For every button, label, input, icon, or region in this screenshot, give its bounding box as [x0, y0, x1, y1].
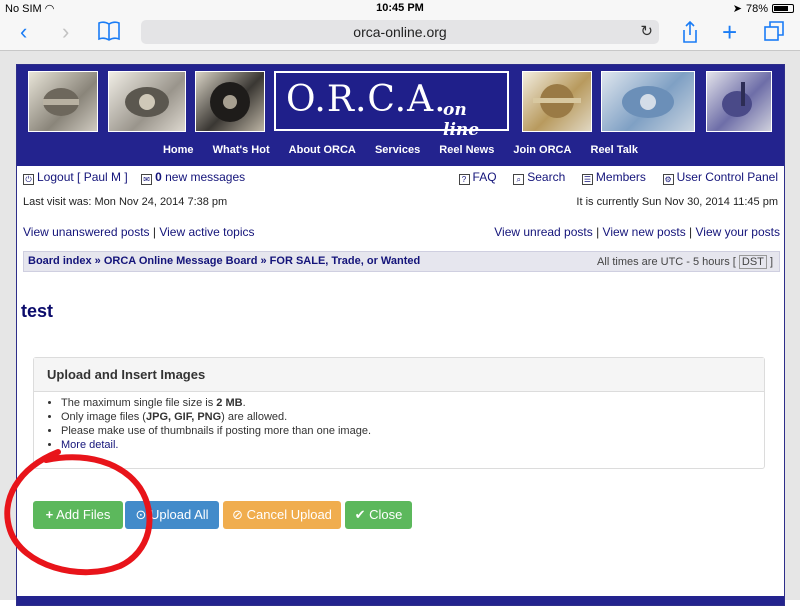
nav-join-orca[interactable]: Join ORCA: [513, 144, 571, 156]
members-link[interactable]: ☰ Members: [581, 170, 646, 185]
breadcrumb-trail: Board index » ORCA Online Message Board …: [28, 255, 421, 267]
nav-services[interactable]: Services: [375, 144, 420, 156]
cancel-icon: ⊘: [232, 507, 243, 522]
nav-whats-hot[interactable]: What's Hot: [213, 144, 270, 156]
nav-reel-talk[interactable]: Reel Talk: [591, 144, 639, 156]
nav-reel-news[interactable]: Reel News: [439, 144, 494, 156]
topic-title: test: [21, 301, 54, 321]
location-icon: ➤: [732, 3, 742, 15]
share-icon[interactable]: [680, 20, 700, 49]
orca-logo[interactable]: O.R.C.A. on line: [274, 71, 509, 140]
logout-icon: ⏻: [23, 174, 34, 185]
upload-icon: ⊙: [135, 507, 147, 522]
breadcrumb: Board index » ORCA Online Message Board …: [23, 251, 780, 272]
browser-toolbar: ‹ › orca-online.org ↻ +: [0, 16, 800, 51]
new-tab-icon[interactable]: +: [722, 19, 737, 45]
your-posts-link[interactable]: View your posts: [696, 225, 781, 239]
ios-status-bar: No SIM ◠ 10:45 PM ➤ 78%: [0, 0, 800, 16]
unanswered-posts-link[interactable]: View unanswered posts: [23, 225, 150, 239]
check-icon: ✔: [354, 507, 366, 522]
user-bar-right: ? FAQ ⌕ Search ☰ Members ⚙ User Control Pane…: [458, 170, 778, 185]
dst-badge: DST: [738, 255, 767, 269]
upload-all-button[interactable]: ⊙ Upload All: [125, 501, 219, 529]
breadcrumb-message-board[interactable]: ORCA Online Message Board: [104, 255, 258, 267]
battery-status: ➤ 78%: [733, 2, 794, 15]
upload-panel: Upload and Insert Images The maximum sin…: [33, 357, 765, 469]
forward-icon[interactable]: ›: [62, 20, 69, 44]
messages-link[interactable]: ✉ 0 new messages: [141, 170, 245, 185]
more-detail-link[interactable]: More detail.: [61, 439, 118, 451]
user-control-panel-link[interactable]: ⚙ User Control Panel: [662, 170, 778, 185]
main-nav: Home What's Hot About ORCA Services Reel…: [17, 144, 784, 164]
clock: 10:45 PM: [376, 2, 424, 14]
bookmarks-icon[interactable]: [97, 20, 121, 48]
faq-icon: ?: [458, 174, 470, 185]
search-icon: ⌕: [513, 174, 525, 185]
breadcrumb-board-index[interactable]: Board index: [28, 255, 92, 267]
upload-rules-list: The maximum single file size is 2 MB. On…: [34, 397, 764, 452]
reel-photo-6: [706, 71, 772, 132]
plus-icon: +: [45, 507, 54, 522]
quick-links-right: View unread posts | View new posts | Vie…: [494, 225, 780, 239]
footer-strip: [17, 596, 784, 605]
reel-photo-3: [195, 71, 265, 132]
battery-icon: [772, 4, 794, 13]
nav-home[interactable]: Home: [163, 144, 194, 156]
user-bar-left: ⏻ Logout [ Paul M ] ✉ 0 new messages: [23, 170, 245, 185]
address-bar[interactable]: orca-online.org ↻: [141, 20, 659, 44]
logout-link[interactable]: ⏻ Logout [ Paul M ]: [23, 170, 128, 185]
add-files-button[interactable]: + Add Files: [33, 501, 123, 529]
nav-about-orca[interactable]: About ORCA: [289, 144, 356, 156]
cancel-upload-button[interactable]: ⊘ Cancel Upload: [223, 501, 341, 529]
last-visit-text: Last visit was: Mon Nov 24, 2014 7:38 pm: [23, 196, 228, 208]
tabs-icon[interactable]: [763, 20, 785, 47]
close-button[interactable]: ✔ Close: [345, 501, 412, 529]
page-background: O.R.C.A. on line Home What's Hot About O…: [0, 51, 800, 606]
url-text: orca-online.org: [353, 24, 447, 40]
breadcrumb-for-sale[interactable]: FOR SALE, Trade, or Wanted: [270, 255, 421, 267]
list-item: Please make use of thumbnails if posting…: [61, 425, 764, 438]
upload-panel-title: Upload and Insert Images: [34, 358, 764, 392]
list-item: The maximum single file size is 2 MB.: [61, 397, 764, 410]
active-topics-link[interactable]: View active topics: [159, 225, 254, 239]
members-icon: ☰: [581, 174, 593, 185]
reel-photo-5: [601, 71, 695, 132]
battery-percent: 78%: [745, 2, 768, 15]
new-posts-link[interactable]: View new posts: [603, 225, 686, 239]
list-item: Only image files (JPG, GIF, PNG) are all…: [61, 411, 764, 424]
site-header: O.R.C.A. on line Home What's Hot About O…: [17, 65, 784, 166]
ucp-icon: ⚙: [662, 174, 674, 185]
timezone-info: All times are UTC - 5 hours [ DST ]: [597, 255, 773, 269]
reel-photo-1: [28, 71, 98, 132]
reel-photo-4: [522, 71, 592, 132]
list-item: More detail.: [61, 439, 764, 452]
faq-link[interactable]: ? FAQ: [458, 170, 497, 185]
unread-posts-link[interactable]: View unread posts: [494, 225, 593, 239]
quick-links-left: View unanswered posts | View active topi…: [23, 225, 255, 239]
back-icon[interactable]: ‹: [20, 20, 27, 44]
reel-photo-2: [108, 71, 186, 132]
inbox-icon: ✉: [141, 174, 153, 185]
reload-icon[interactable]: ↻: [640, 20, 653, 44]
forum-page: O.R.C.A. on line Home What's Hot About O…: [16, 64, 785, 606]
search-link[interactable]: ⌕ Search: [513, 170, 565, 185]
current-time-text: It is currently Sun Nov 30, 2014 11:45 p…: [576, 196, 778, 208]
